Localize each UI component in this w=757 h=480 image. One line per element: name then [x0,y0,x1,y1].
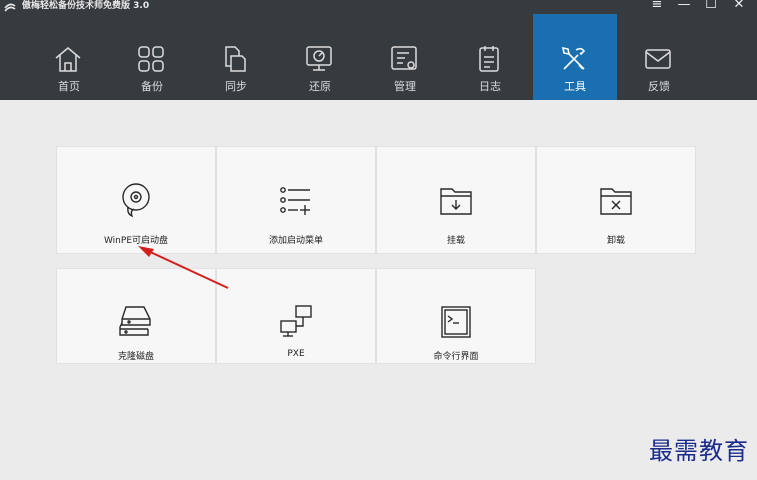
nav-home[interactable]: 首页 [27,14,111,100]
watermark-text: 最需教育 [649,437,749,465]
tool-label: WinPE可启动盘 [103,236,169,246]
restore-icon [306,46,332,71]
nav-manage[interactable]: 管理 [363,14,447,100]
close-button[interactable]: ✕ [729,0,749,13]
tool-clone-disk[interactable]: 克隆磁盘 [56,268,216,364]
unmount-folder-icon [600,188,632,215]
manage-icon [391,46,417,70]
tool-label: 克隆磁盘 [117,352,154,362]
nav-restore[interactable]: 还原 [278,14,362,100]
nav-sync[interactable]: 同步 [194,14,278,100]
tool-label: 挂载 [446,236,465,246]
nav-label: 工具 [564,80,586,93]
nav-label: 日志 [479,80,501,93]
tool-boot-menu[interactable]: 添加启动菜单 [216,146,376,254]
tool-label: PXE [287,349,305,359]
nav-backup[interactable]: 备份 [110,14,194,100]
minimize-button[interactable]: — [674,0,694,13]
nav-label: 首页 [58,80,80,93]
nav-tools[interactable]: 工具 [533,14,617,100]
app-logo-icon [4,3,16,12]
command-line-icon [441,306,471,338]
home-icon [55,47,81,72]
tool-label: 卸载 [606,236,625,246]
menu-button[interactable]: ≡ [647,0,667,13]
pxe-network-icon [280,305,312,337]
backup-grid-icon [138,46,164,72]
tool-pxe[interactable]: PXE [216,268,376,364]
clone-disk-icon [119,306,151,336]
nav-label: 还原 [309,80,331,93]
nav-label: 管理 [394,80,416,93]
title-bar: 傲梅轻松备份技术师免费版 3.0 ≡ — ☐ ✕ [0,0,757,14]
tool-label: 命令行界面 [433,352,479,362]
sync-icon [225,46,246,72]
nav-label: 反馈 [648,80,670,93]
nav-label: 同步 [225,80,247,93]
tool-command-line[interactable]: 命令行界面 [376,268,536,364]
tool-unmount[interactable]: 卸载 [536,146,696,254]
tool-winpe[interactable]: WinPE可启动盘 [56,146,216,254]
mail-icon [645,49,671,69]
tool-label: 添加启动菜单 [268,236,323,246]
window-title: 傲梅轻松备份技术师免费版 3.0 [22,1,150,11]
nav-label: 备份 [141,80,163,93]
nav-log[interactable]: 日志 [448,14,532,100]
tool-mount[interactable]: 挂载 [376,146,536,254]
tools-icon [561,46,586,70]
mount-folder-icon [440,188,472,215]
boot-menu-icon [280,187,310,215]
log-icon [479,46,499,72]
winpe-disc-icon [122,183,150,218]
maximize-button[interactable]: ☐ [701,0,721,13]
nav-feedback[interactable]: 反馈 [617,14,701,100]
